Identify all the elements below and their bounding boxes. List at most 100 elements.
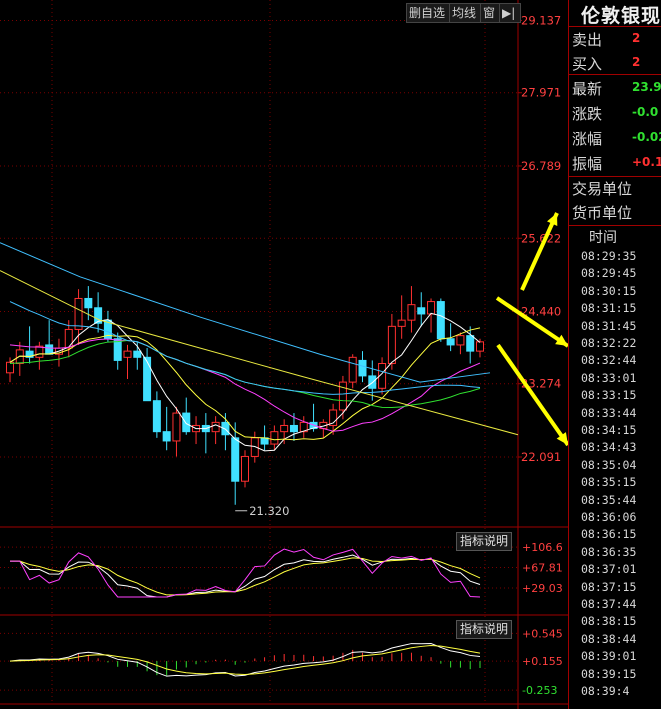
time-entry: 08:38:44	[581, 631, 637, 646]
candle-body	[348, 356, 357, 383]
quote-value: 23.9	[632, 80, 661, 94]
time-entry: 08:36:35	[581, 544, 637, 559]
arrow-annotation	[496, 343, 568, 447]
divider	[569, 74, 661, 75]
time-entry: 08:37:44	[581, 597, 637, 611]
price-tick-label: 22.091	[521, 450, 561, 464]
divider	[569, 176, 661, 177]
indicator2-tick-label: -0.253	[522, 684, 557, 697]
indicator1-line	[10, 554, 481, 598]
quote-value: -0.02	[632, 130, 661, 144]
time-entry: 08:38:15	[581, 614, 637, 629]
candlestick-chart[interactable]: 29.13727.97126.78925.62224.44023.27422.0…	[0, 0, 568, 709]
quote-row-change: 涨跌 -0.0	[572, 101, 661, 125]
candle-body	[280, 424, 289, 433]
expand-icon[interactable]: ▶|	[499, 3, 521, 23]
time-entry: 08:32:22	[581, 336, 637, 350]
time-entry: 08:35:04	[581, 457, 637, 472]
time-entry: 08:33:01	[581, 370, 637, 385]
candle-body	[15, 349, 24, 365]
quote-label: 买入	[572, 55, 603, 73]
indicator1-tick-label: +67.81	[522, 562, 563, 575]
time-entry: 08:31:45	[581, 318, 637, 333]
candle-body	[123, 350, 132, 358]
candle-body	[182, 412, 191, 433]
instrument-title: 伦敦银现	[581, 5, 661, 27]
candle-body	[74, 297, 83, 330]
candle-body	[387, 325, 396, 365]
candle-body	[270, 431, 279, 445]
time-header: 时间	[589, 230, 617, 246]
indicator2-tick-label: +0.545	[522, 627, 563, 640]
time-entry: 08:35:15	[581, 475, 637, 490]
currency-unit-label: 货币单位	[572, 204, 633, 222]
macd-line	[9, 644, 481, 675]
quote-row-latest: 最新 23.9	[572, 76, 661, 100]
indicator-help-button-1[interactable]: 指标说明	[456, 532, 513, 551]
time-entry: 08:34:15	[581, 423, 637, 437]
quote-value: 2	[632, 31, 641, 45]
min-price-annotation: 21.320	[249, 504, 289, 518]
time-entry: 08:31:15	[581, 301, 637, 316]
time-entry: 08:34:43	[581, 440, 637, 455]
quote-row-buy: 买入 2	[572, 51, 661, 75]
time-entry: 08:30:15	[581, 283, 637, 298]
time-entry: 08:35:44	[581, 492, 637, 507]
time-entry: 08:29:45	[581, 266, 637, 281]
candle-body	[397, 319, 406, 327]
indicator-help-button-2[interactable]: 指标说明	[456, 620, 513, 639]
quote-label: 振幅	[572, 155, 603, 173]
price-tick-label: 27.971	[521, 86, 561, 100]
time-entry: 08:39:4	[581, 684, 630, 698]
candle-body	[476, 341, 484, 352]
quote-panel: 伦敦银现 卖出 2 买入 2 最新 23.9 涨跌 -0.0 涨幅 -0.02 …	[568, 0, 661, 709]
time-entry: 08:39:01	[581, 649, 637, 664]
quote-row-sell: 卖出 2	[572, 27, 661, 51]
quote-value: +0.17	[632, 155, 661, 169]
candle-body	[143, 356, 152, 402]
indicator1-tick-label: +106.6	[522, 541, 563, 554]
time-entry: 08:37:15	[581, 579, 637, 594]
candle-body	[338, 381, 347, 411]
candle-body	[427, 301, 436, 315]
quote-value: -0.0	[632, 105, 659, 119]
candle-body	[456, 335, 465, 346]
candle-body	[152, 400, 161, 433]
quote-label: 涨幅	[572, 130, 603, 148]
quote-row-change-pct: 涨幅 -0.02	[572, 126, 661, 150]
quote-row-amplitude: 振幅 +0.17	[572, 151, 661, 175]
ma-line	[9, 338, 481, 432]
candle-body	[417, 307, 426, 315]
window-button[interactable]: 窗	[480, 3, 501, 23]
candle-body	[241, 455, 249, 482]
ma-line	[9, 340, 481, 409]
time-entry: 08:36:15	[581, 527, 637, 542]
time-entry: 08:33:44	[581, 405, 637, 420]
candle-body	[407, 304, 416, 321]
candle-body	[466, 335, 475, 352]
delete-watchlist-button[interactable]: 删自选	[406, 3, 452, 23]
trend-line	[0, 270, 519, 436]
time-entry: 08:39:15	[581, 666, 637, 681]
candle-body	[436, 301, 445, 340]
time-entry: 08:37:01	[581, 562, 637, 577]
candle-body	[231, 437, 240, 482]
divider	[569, 225, 661, 226]
quote-label: 涨跌	[572, 105, 603, 123]
candle-body	[133, 350, 142, 358]
quote-label: 卖出	[572, 31, 603, 49]
candle-body	[211, 421, 220, 433]
candle-body	[446, 338, 455, 346]
indicator1-line	[10, 557, 481, 596]
price-tick-label: 26.789	[521, 159, 561, 173]
ma-lines-button[interactable]: 均线	[449, 3, 482, 23]
arrow-annotation	[520, 212, 559, 291]
candle-body	[172, 412, 181, 442]
indicator2-tick-label: +0.155	[522, 655, 563, 668]
candle-body	[289, 424, 298, 433]
time-entry: 08:32:44	[581, 353, 637, 368]
time-entry: 08:36:06	[581, 510, 637, 524]
price-tick-label: 29.137	[521, 14, 561, 28]
candle-body	[64, 328, 73, 349]
time-entry: 08:29:35	[581, 249, 637, 263]
